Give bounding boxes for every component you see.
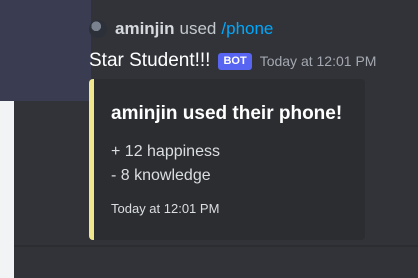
reply-verb: used (179, 19, 217, 38)
bot-badge: BOT (218, 52, 252, 70)
side-panel (0, 0, 91, 101)
message-header: Star Student!!! BOT Today at 12:01 PM (89, 50, 376, 72)
author-name[interactable]: Star Student!!! (89, 50, 210, 72)
embed-card: aminjin used their phone! + 12 happiness… (89, 79, 365, 240)
left-strip (0, 101, 14, 278)
embed-line-happiness: + 12 happiness (111, 143, 220, 160)
user-avatar-icon[interactable] (89, 20, 107, 38)
command-link[interactable]: /phone (221, 19, 273, 39)
embed-title: aminjin used their phone! (111, 103, 343, 124)
message-timestamp: Today at 12:01 PM (259, 53, 377, 69)
reply-username[interactable]: aminjin (115, 19, 175, 39)
command-reply-line[interactable]: aminjin used /phone (89, 19, 273, 39)
embed-line-knowledge: - 8 knowledge (111, 167, 211, 184)
embed-footer-timestamp: Today at 12:01 PM (111, 201, 220, 216)
divider (14, 245, 418, 247)
